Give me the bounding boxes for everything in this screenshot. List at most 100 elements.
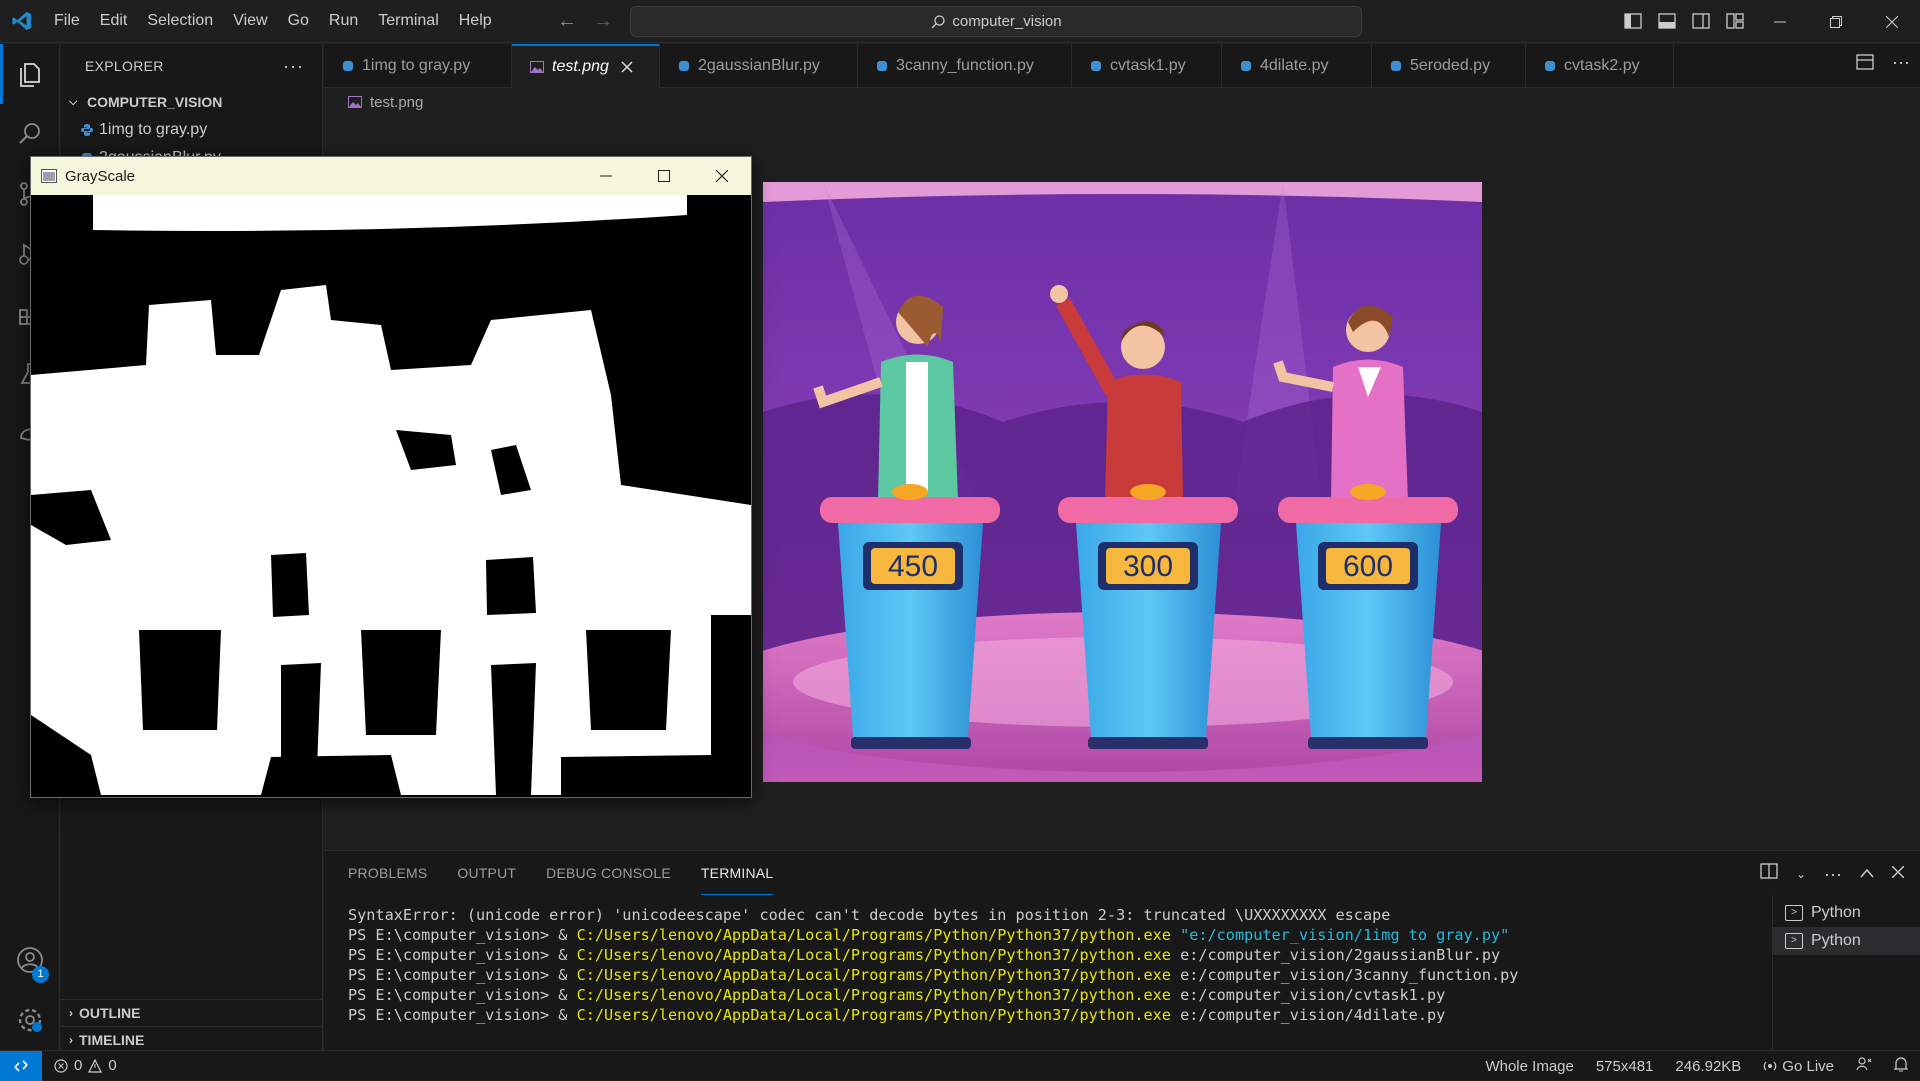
close-window-icon[interactable] xyxy=(1864,0,1920,43)
chevron-down-icon: ⌵ xyxy=(69,95,78,108)
close-panel-icon[interactable] xyxy=(1891,865,1905,883)
accounts-badge: 1 xyxy=(32,966,49,983)
grayscale-window[interactable]: GrayScale xyxy=(30,156,752,798)
tab-cvtask1[interactable]: cvtask1.py xyxy=(1072,44,1222,88)
menu-edit[interactable]: Edit xyxy=(90,6,138,36)
panel-more-icon[interactable]: ··· xyxy=(1824,865,1842,883)
terminal-argument: e:/computer_vision/3canny_function.py xyxy=(1170,966,1519,984)
tab-problems[interactable]: PROBLEMS xyxy=(348,851,427,895)
tab-cvtask2[interactable]: cvtask2.py xyxy=(1526,44,1674,88)
game-show-illustration: 450 300 600 xyxy=(763,182,1482,782)
tab-output[interactable]: OUTPUT xyxy=(457,851,516,895)
workspace-folder-label: COMPUTER_VISION xyxy=(87,94,223,110)
minimize-icon[interactable] xyxy=(577,157,635,195)
file-item-label: 1img to gray.py xyxy=(99,121,208,138)
search-activity-icon[interactable] xyxy=(0,104,60,164)
toggle-panel-icon[interactable] xyxy=(1654,8,1680,34)
more-actions-icon[interactable]: ··· xyxy=(283,56,304,77)
tab-debug-console[interactable]: DEBUG CONSOLE xyxy=(546,851,671,895)
terminal-argument: e:/computer_vision/2gaussianBlur.py xyxy=(1170,946,1501,964)
tab-3canny-function[interactable]: 3canny_function.py xyxy=(858,44,1072,88)
minimize-icon[interactable] xyxy=(1752,0,1808,43)
toggle-primary-sidebar-icon[interactable] xyxy=(1620,8,1646,34)
podium-score-right: 600 xyxy=(1343,550,1393,583)
editor-more-icon[interactable]: ··· xyxy=(1892,53,1910,75)
tab-5eroded[interactable]: 5eroded.py xyxy=(1372,44,1526,88)
timeline-section[interactable]: › TIMELINE xyxy=(61,1026,323,1053)
breadcrumb-file[interactable]: test.png xyxy=(370,94,423,111)
tab-label: 3canny_function.py xyxy=(896,57,1034,74)
python-file-icon xyxy=(1391,61,1401,71)
command-center-search[interactable]: computer_vision xyxy=(630,6,1362,37)
maximize-icon[interactable] xyxy=(635,157,693,195)
menu-go[interactable]: Go xyxy=(278,6,319,36)
terminal-output[interactable]: SyntaxError: (unicode error) 'unicodeesc… xyxy=(348,905,1518,1025)
terminal-executable: C:/Users/lenovo/AppData/Local/Programs/P… xyxy=(576,946,1171,964)
menu-terminal[interactable]: Terminal xyxy=(368,6,448,36)
vscode-logo-icon xyxy=(0,0,44,43)
terminal-line: PS E:\computer_vision> & C:/Users/lenovo… xyxy=(348,965,1518,985)
tab-2gaussianblur[interactable]: 2gaussianBlur.py xyxy=(660,44,858,88)
tab-label: 2gaussianBlur.py xyxy=(698,57,820,74)
image-view-mode[interactable]: Whole Image xyxy=(1485,1058,1573,1075)
feedback-icon[interactable] xyxy=(1856,1056,1872,1076)
terminal-argument: e:/computer_vision/4dilate.py xyxy=(1170,1006,1446,1024)
explorer-icon[interactable] xyxy=(0,44,60,104)
dilated-binary-image xyxy=(31,195,751,797)
go-live-button[interactable]: Go Live xyxy=(1763,1058,1834,1075)
python-file-icon xyxy=(1091,61,1101,71)
tab-terminal[interactable]: TERMINAL xyxy=(700,851,774,895)
notifications-bell-icon[interactable] xyxy=(1893,1056,1909,1076)
close-window-icon[interactable] xyxy=(693,157,751,195)
terminal-prompt: PS E:\computer_vision> & xyxy=(348,986,577,1004)
split-editor-icon[interactable] xyxy=(1856,54,1874,75)
tab-label: cvtask2.py xyxy=(1564,57,1640,74)
accounts-icon[interactable]: 1 xyxy=(0,930,60,990)
bottom-panel: PROBLEMS OUTPUT DEBUG CONSOLE TERMINAL ⌄… xyxy=(324,850,1920,1051)
terminal-executable: C:/Users/lenovo/AppData/Local/Programs/P… xyxy=(576,986,1171,1004)
workspace-folder[interactable]: ⌵ COMPUTER_VISION xyxy=(61,88,322,116)
terminal-instance-1[interactable]: > Python xyxy=(1773,899,1920,927)
file-item-1img-to-gray[interactable]: 1img to gray.py xyxy=(61,116,322,144)
remote-indicator-icon[interactable] xyxy=(0,1050,42,1081)
manage-gear-icon[interactable] xyxy=(0,990,60,1050)
terminal-error-text: SyntaxError: (unicode error) 'unicodeesc… xyxy=(348,906,1391,924)
customize-layout-icon[interactable] xyxy=(1722,8,1748,34)
tab-label: 5eroded.py xyxy=(1410,57,1491,74)
close-tab-icon[interactable] xyxy=(617,57,637,77)
image-file-icon xyxy=(530,61,544,73)
tab-1img-to-gray[interactable]: 1img to gray.py xyxy=(324,44,512,88)
terminal-prompt: PS E:\computer_vision> & xyxy=(348,926,577,944)
outline-label: OUTLINE xyxy=(79,1005,141,1021)
python-file-icon xyxy=(877,61,887,71)
activity-bar-bottom: 1 xyxy=(0,930,60,1050)
restore-icon[interactable] xyxy=(1808,0,1864,43)
command-center-text: computer_vision xyxy=(952,13,1062,30)
maximize-panel-icon[interactable] xyxy=(1860,865,1874,883)
terminal-icon: > xyxy=(1785,905,1803,921)
menu-file[interactable]: File xyxy=(44,6,90,36)
chevron-down-icon[interactable]: ⌄ xyxy=(1796,867,1806,881)
terminal-instance-label: Python xyxy=(1811,904,1861,921)
menu-view[interactable]: View xyxy=(223,6,277,36)
split-terminal-icon[interactable] xyxy=(1760,863,1778,884)
problems-status[interactable]: 0 0 xyxy=(42,1057,117,1074)
toggle-secondary-sidebar-icon[interactable] xyxy=(1688,8,1714,34)
menu-selection[interactable]: Selection xyxy=(137,6,223,36)
tab-test-png[interactable]: test.png xyxy=(512,44,660,88)
terminal-instance-2[interactable]: > Python xyxy=(1773,927,1920,955)
tab-4dilate[interactable]: 4dilate.py xyxy=(1222,44,1372,88)
back-arrow-icon[interactable]: ← xyxy=(556,8,578,34)
terminal-prompt: PS E:\computer_vision> & xyxy=(348,946,577,964)
layout-controls xyxy=(1620,8,1748,34)
menu-run[interactable]: Run xyxy=(319,6,368,36)
tab-label: cvtask1.py xyxy=(1110,57,1186,74)
forward-arrow-icon[interactable]: → xyxy=(592,8,614,34)
chevron-right-icon: › xyxy=(69,1006,73,1020)
tab-label: 1img to gray.py xyxy=(362,57,471,74)
go-live-label: Go Live xyxy=(1782,1057,1834,1075)
grayscale-titlebar[interactable]: GrayScale xyxy=(31,157,751,195)
image-file-icon xyxy=(348,96,362,108)
menu-help[interactable]: Help xyxy=(449,6,502,36)
outline-section[interactable]: › OUTLINE xyxy=(61,999,323,1026)
